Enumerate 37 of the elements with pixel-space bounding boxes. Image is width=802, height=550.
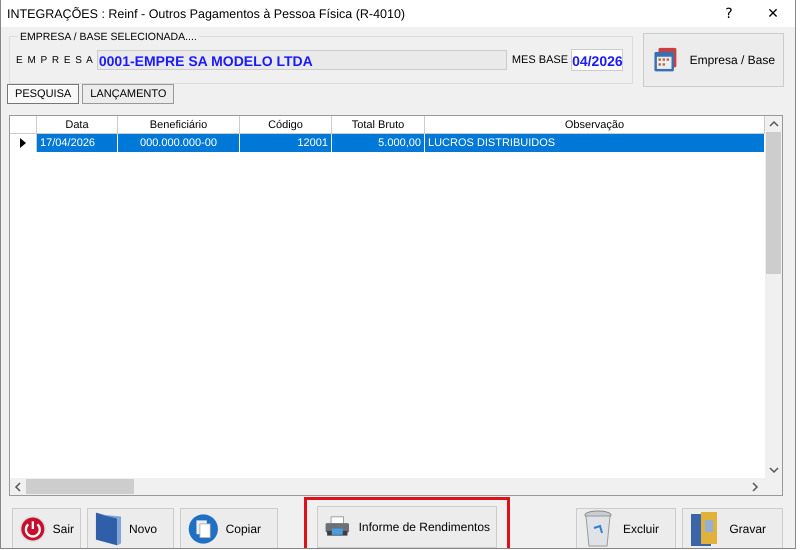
scroll-thumb[interactable] <box>26 479 134 494</box>
empresa-base-button[interactable]: Empresa / Base <box>643 33 784 87</box>
column-header[interactable]: Data <box>37 116 118 134</box>
column-header[interactable]: Beneficiário <box>118 116 240 134</box>
action-button[interactable]: Copiar <box>180 508 278 548</box>
scroll-left-icon[interactable] <box>14 482 22 492</box>
close-button[interactable]: ✕ <box>751 0 795 27</box>
table-row[interactable]: 17/04/2026 000.000.000-00 12001 5.000,00 LUCROS DISTRIBUIDOS <box>10 134 765 152</box>
tab[interactable]: LANÇAMENTO <box>82 84 174 104</box>
scroll-right-icon[interactable] <box>751 482 759 492</box>
window-title: INTEGRAÇÕES : Reinf - Outros Pagamentos à Pessoa Física (R-4010) <box>7 6 406 20</box>
table-cell: LUCROS DISTRIBUIDOS <box>425 134 765 152</box>
empresa-field[interactable]: 0001-EMPRE SA MODELO LTDA <box>96 50 507 70</box>
help-button[interactable]: ? <box>707 0 751 27</box>
action-button[interactable]: Sair <box>12 508 81 548</box>
scroll-up-icon[interactable] <box>768 120 778 128</box>
row-pointer-icon <box>20 138 26 148</box>
table-cell: 17/04/2026 <box>37 134 118 152</box>
empresa-label: E M P R E S A <box>16 54 94 66</box>
table-cell: 000.000.000-00 <box>118 134 240 152</box>
scroll-thumb[interactable] <box>766 132 781 274</box>
scroll-down-icon[interactable] <box>768 466 778 474</box>
column-header[interactable]: Código <box>240 116 332 134</box>
action-button[interactable]: Gravar <box>682 508 783 548</box>
table-cell: 5.000,00 <box>332 134 425 152</box>
action-button[interactable]: Excluir <box>576 508 676 548</box>
tab[interactable]: PESQUISA <box>7 84 80 104</box>
group-legend: EMPRESA / BASE SELECIONADA.... <box>18 31 199 43</box>
mes-base-label: MES BASE <box>512 54 568 66</box>
column-header[interactable]: Total Bruto <box>332 116 425 134</box>
table-cell: 12001 <box>240 134 332 152</box>
column-header[interactable]: Observação <box>425 116 765 134</box>
binder-icon <box>689 510 719 548</box>
action-button[interactable]: Novo <box>87 508 174 548</box>
mes-base-field[interactable]: 04/2026 <box>571 49 624 71</box>
action-button[interactable]: Informe de Rendimentos <box>317 506 497 548</box>
folder-icon <box>94 510 123 548</box>
